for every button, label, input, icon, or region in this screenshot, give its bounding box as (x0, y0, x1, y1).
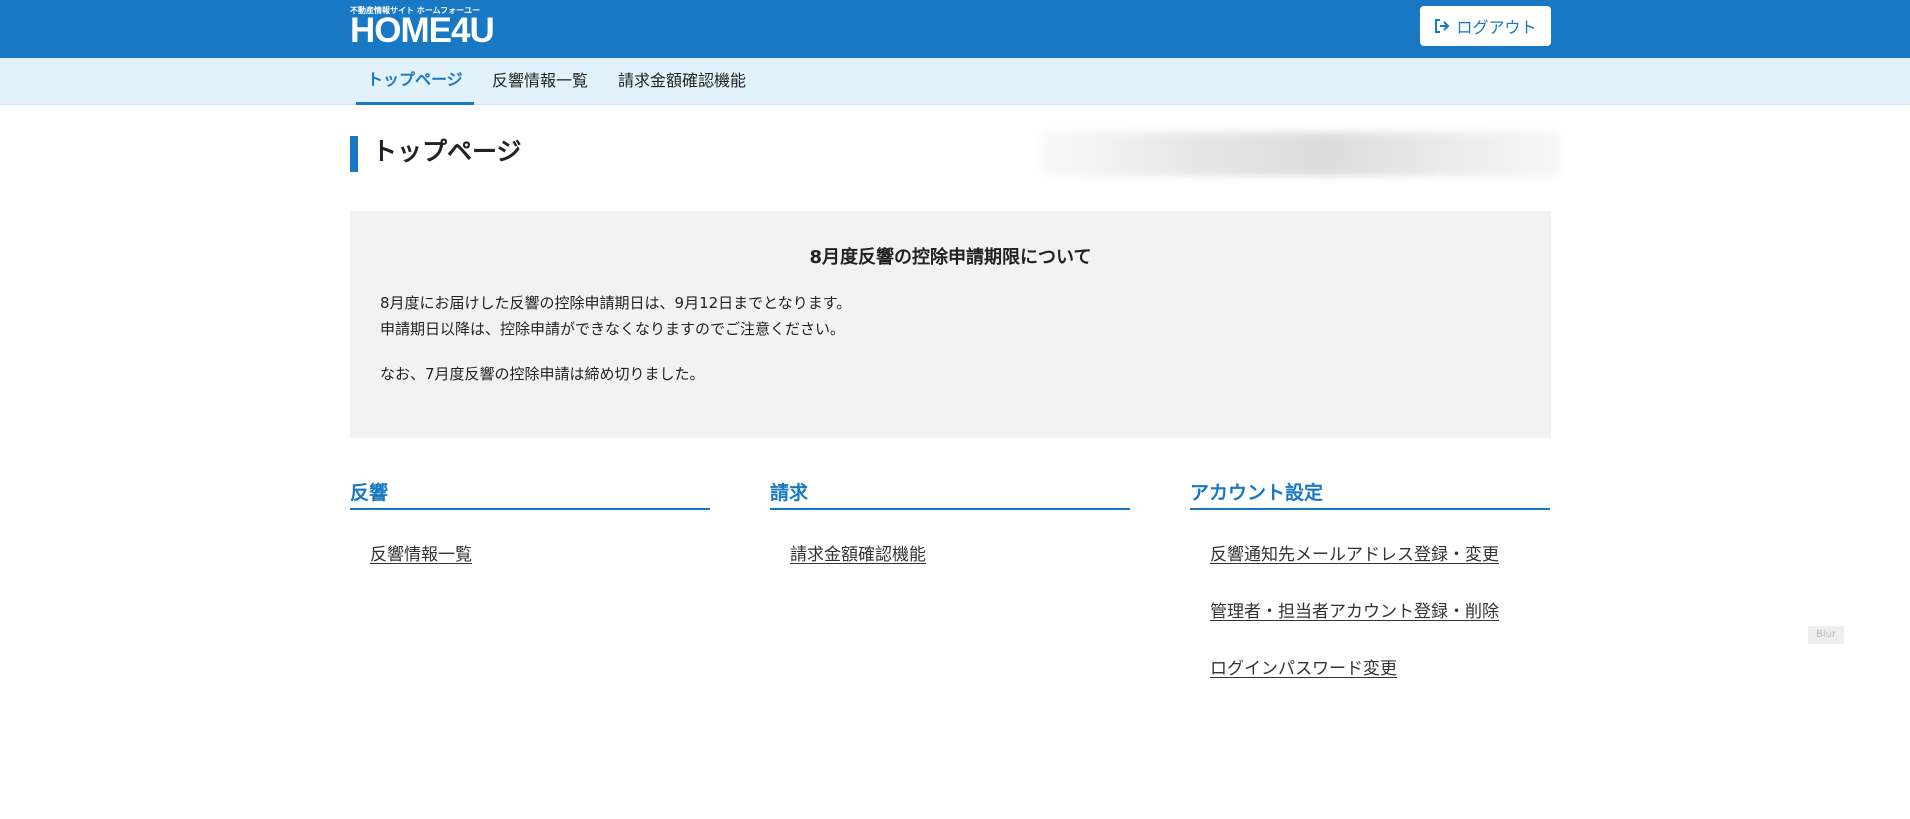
nav-tab-top[interactable]: トップページ (356, 58, 474, 105)
notice-title: 8月度反響の控除申請期限について (809, 247, 1092, 268)
page-title: トップページ (350, 136, 522, 172)
section-inquiries: 反響 反響情報一覧 (350, 480, 710, 565)
link-password-change[interactable]: ログインパスワード変更 (1210, 654, 1397, 679)
nav-tab-billing[interactable]: 請求金額確認機能 (618, 58, 746, 105)
logout-label: ログアウト (1456, 18, 1537, 37)
section-billing: 請求 請求金額確認機能 (770, 480, 1130, 565)
section-heading: 反響 (350, 480, 710, 510)
link-notification-email[interactable]: 反響通知先メールアドレス登録・変更 (1210, 540, 1499, 565)
logout-button[interactable]: ログアウト (1420, 6, 1551, 46)
section-account: アカウント設定 反響通知先メールアドレス登録・変更 管理者・担当者アカウント登録… (1190, 480, 1550, 679)
home4u-logo[interactable]: 不動産情報サイト ホームフォーユー HOME4U (350, 6, 495, 50)
notice-line: 申請期日以降は、控除申請ができなくなりますのでご注意ください。 (380, 320, 846, 338)
section-heading: アカウント設定 (1190, 480, 1550, 510)
notice-box: 8月度反響の控除申請期限について 8月度にお届けした反響の控除申請期日は、9月1… (350, 211, 1551, 438)
logout-icon (1435, 19, 1450, 33)
link-user-accounts[interactable]: 管理者・担当者アカウント登録・削除 (1210, 597, 1499, 622)
link-billing-check[interactable]: 請求金額確認機能 (790, 540, 926, 565)
logo-name: HOME4U (350, 11, 495, 50)
notice-line: 8月度にお届けした反響の控除申請期日は、9月12日までとなります。 (380, 294, 852, 312)
nav-tab-inquiries[interactable]: 反響情報一覧 (492, 58, 588, 105)
section-heading: 請求 (770, 480, 1130, 510)
site-header: 不動産情報サイト ホームフォーユー HOME4U ログアウト (0, 0, 1910, 58)
main-nav: トップページ 反響情報一覧 請求金額確認機能 (0, 58, 1910, 105)
blur-toggle-button[interactable]: Blur (1808, 626, 1844, 644)
notice-line: なお、7月度反響の控除申請は締め切りました。 (380, 365, 705, 383)
link-inquiry-list[interactable]: 反響情報一覧 (370, 540, 472, 565)
blurred-account-info (1040, 132, 1560, 176)
